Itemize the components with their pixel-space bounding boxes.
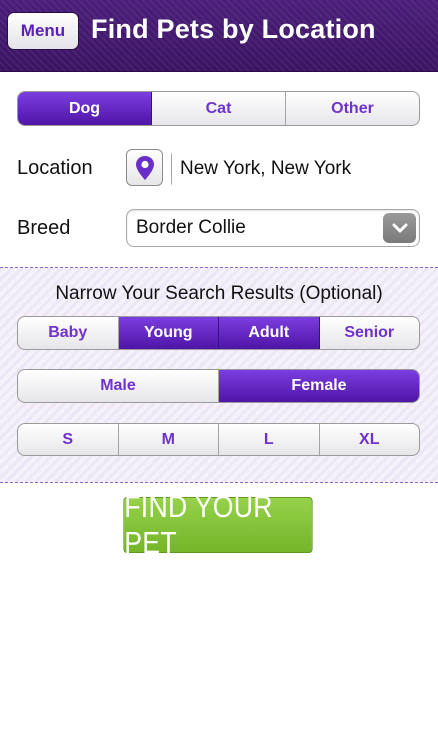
find-your-pet-button[interactable]: FIND YOUR PET [123,489,313,560]
pet-type-other[interactable]: Other [286,92,419,125]
page-title: Find Pets by Location [91,14,376,44]
age-senior[interactable]: Senior [320,317,420,349]
breed-label: Breed [17,217,71,239]
header-bar: Menu Find Pets by Location [0,0,438,72]
location-label: Location [17,157,93,179]
pet-type-dog[interactable]: Dog [18,92,152,125]
age-young[interactable]: Young [118,317,219,349]
location-field [171,148,427,190]
size-segmented-control: S M L XL [17,423,420,456]
narrow-search-title: Narrow Your Search Results (Optional) [55,283,383,304]
size-s[interactable]: S [18,424,119,455]
size-xl[interactable]: XL [320,424,420,455]
size-m[interactable]: M [119,424,219,455]
age-segmented-control: Baby Young Adult Senior [17,316,420,350]
chevron-down-icon [392,223,407,233]
pet-type-cat[interactable]: Cat [152,92,286,125]
gender-segmented-control: Male Female [17,369,420,403]
breed-dropdown-button[interactable] [383,213,416,243]
breed-select[interactable]: Border Collie [126,209,420,247]
age-baby[interactable]: Baby [18,317,119,349]
location-input[interactable] [172,148,427,190]
breed-value: Border Collie [136,217,246,238]
size-l[interactable]: L [219,424,320,455]
location-button[interactable] [126,149,163,186]
location-pin-icon [135,155,154,180]
pet-type-segmented-control: Dog Cat Other [17,91,420,126]
menu-button[interactable]: Menu [7,12,79,50]
gender-male[interactable]: Male [18,370,219,402]
age-adult[interactable]: Adult [219,317,320,349]
gender-female[interactable]: Female [219,370,419,402]
